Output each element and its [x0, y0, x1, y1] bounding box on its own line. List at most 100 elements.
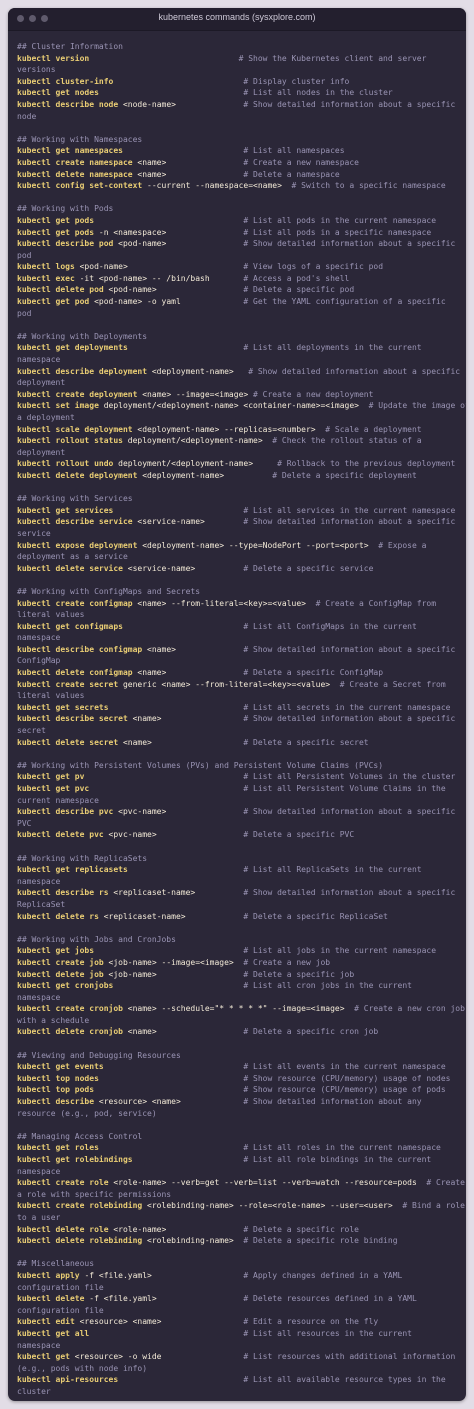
code-line: kubectl delete pvc <pvc-name> # Delete a…	[17, 830, 355, 840]
section-heading: ## Working with ConfigMaps and Secrets	[17, 586, 201, 596]
code-line: kubectl describe pvc <pvc-name> # Show d…	[17, 807, 456, 817]
code-line: kubectl delete deployment <deployment-na…	[17, 470, 417, 480]
window-titlebar: kubernetes commands (sysxplore.com)	[8, 8, 466, 31]
code-line: kubectl top pods # Show resource (CPU/me…	[17, 1085, 446, 1095]
code-line: kubectl create deployment <name> --image…	[17, 389, 374, 399]
code-line: kubectl describe deployment <deployment-…	[17, 366, 461, 376]
code-line: kubectl rollout undo deployment/<deploym…	[17, 459, 456, 469]
section-heading: ## Miscellaneous	[17, 1259, 95, 1269]
code-line: kubectl get namespaces # List all namesp…	[17, 146, 345, 156]
code-line: service	[17, 528, 51, 538]
section-heading: ## Managing Access Control	[17, 1131, 143, 1141]
code-line: resource (e.g., pod, service)	[17, 1108, 157, 1118]
code-line: kubectl api-resources # List all availab…	[17, 1375, 446, 1385]
code-line: kubectl describe <resource> <name> # Sho…	[17, 1097, 422, 1107]
code-line: kubectl create configmap <name> --from-l…	[17, 598, 437, 608]
code-line: kubectl delete job <job-name> # Delete a…	[17, 969, 355, 979]
code-line: literal values	[17, 691, 85, 701]
code-line: namespace	[17, 992, 61, 1002]
code-line: kubectl top nodes # Show resource (CPU/m…	[17, 1073, 451, 1083]
code-line: kubectl create cronjob <name> --schedule…	[17, 1004, 465, 1014]
code-line: kubectl get configmaps # List all Config…	[17, 621, 417, 631]
code-line: kubectl get secrets # List all secrets i…	[17, 702, 451, 712]
code-line: kubectl scale deployment <deployment-nam…	[17, 424, 422, 434]
code-line: with a schedule	[17, 1015, 90, 1025]
section-heading: ## Working with Pods	[17, 204, 114, 214]
code-line: cluster	[17, 1386, 51, 1396]
code-window: kubernetes commands (sysxplore.com) ## C…	[8, 8, 466, 1401]
section-heading: ## Working with Deployments	[17, 331, 148, 341]
code-line: kubectl create rolebinding <rolebinding-…	[17, 1201, 465, 1211]
section-heading: ## Working with Jobs and CronJobs	[17, 934, 176, 944]
code-line: kubectl create namespace <name> # Create…	[17, 157, 359, 167]
window-title: kubernetes commands (sysxplore.com)	[158, 12, 316, 22]
code-line: configuration file	[17, 1305, 104, 1315]
code-line: kubectl expose deployment <deployment-na…	[17, 540, 427, 550]
section-heading: ## Working with Persistent Volumes (PVs)…	[17, 760, 384, 770]
section-heading: ## Working with ReplicaSets	[17, 853, 148, 863]
code-line: kubectl delete rs <replicaset-name> # De…	[17, 911, 388, 921]
code-line: configuration file	[17, 1282, 104, 1292]
code-line: current namespace	[17, 795, 99, 805]
code-line: kubectl get services # List all services…	[17, 505, 456, 515]
code-line: kubectl get nodes # List all nodes in th…	[17, 88, 393, 98]
code-line: kubectl apply -f <file.yaml> # Apply cha…	[17, 1270, 403, 1280]
code-line: kubectl describe configmap <name> # Show…	[17, 644, 456, 654]
code-line: kubectl describe secret <name> # Show de…	[17, 714, 456, 724]
code-line: kubectl delete role <role-name> # Delete…	[17, 1224, 359, 1234]
code-line: kubectl get pods -n <namespace> # List a…	[17, 227, 432, 237]
code-line: kubectl config set-context --current --n…	[17, 181, 446, 191]
code-line: ReplicaSet	[17, 899, 66, 909]
code-line: kubectl set image deployment/<deployment…	[17, 401, 466, 411]
code-line: to a user	[17, 1212, 61, 1222]
code-line: kubectl create job <job-name> --image=<i…	[17, 957, 331, 967]
code-line: (e.g., pods with node info)	[17, 1363, 148, 1373]
code-line: namespace	[17, 633, 61, 643]
code-line: kubectl get pvc # List all Persistent Vo…	[17, 784, 446, 793]
code-line: kubectl edit <resource> <name> # Edit a …	[17, 1317, 379, 1327]
code-line: kubectl get pv # List all Persistent Vol…	[17, 772, 456, 782]
code-line: secret	[17, 726, 46, 736]
code-line: PVC	[17, 818, 32, 828]
code-line: kubectl delete cronjob <name> # Delete a…	[17, 1027, 379, 1037]
code-line: kubectl get pods # List all pods in the …	[17, 215, 437, 225]
code-line: kubectl create role <role-name> --verb=g…	[17, 1178, 465, 1188]
code-block: ## Cluster Information kubectl version # …	[17, 41, 466, 1397]
code-line: kubectl create secret generic <name> --f…	[17, 679, 446, 689]
code-line: kubectl get <resource> -o wide # List re…	[17, 1352, 456, 1362]
code-line: namespace	[17, 1166, 61, 1176]
code-line: kubectl delete -f <file.yaml> # Delete r…	[17, 1294, 417, 1304]
code-line: kubectl get replicasets # List all Repli…	[17, 865, 422, 875]
code-line: deployment as a service	[17, 552, 128, 562]
code-line: kubectl get roles # List all roles in th…	[17, 1143, 441, 1153]
code-line: deployment	[17, 378, 66, 388]
code-line: kubectl get all # List all resources in …	[17, 1328, 412, 1338]
code-line: namespace	[17, 1340, 61, 1350]
code-line: pod	[17, 250, 32, 260]
code-line: deployment	[17, 447, 66, 457]
code-line: kubectl exec -it <pod-name> -- /bin/bash…	[17, 273, 350, 283]
code-line: kubectl get rolebindings # List all role…	[17, 1155, 432, 1164]
code-line: node	[17, 111, 37, 121]
code-line: kubectl delete service <service-name> # …	[17, 563, 374, 573]
code-line: literal values	[17, 610, 85, 620]
section-heading: ## Working with Namespaces	[17, 134, 143, 144]
code-line: a deployment	[17, 413, 75, 422]
code-line: kubectl get jobs # List all jobs in the …	[17, 946, 437, 956]
code-line: versions	[17, 65, 56, 75]
code-line: kubectl delete rolebinding <rolebinding-…	[17, 1236, 398, 1246]
code-line: kubectl describe node <node-name> # Show…	[17, 99, 456, 109]
code-line: kubectl delete pod <pod-name> # Delete a…	[17, 285, 355, 295]
code-line: a role with specific permissions	[17, 1189, 172, 1199]
code-line: kubectl get deployments # List all deplo…	[17, 343, 422, 353]
